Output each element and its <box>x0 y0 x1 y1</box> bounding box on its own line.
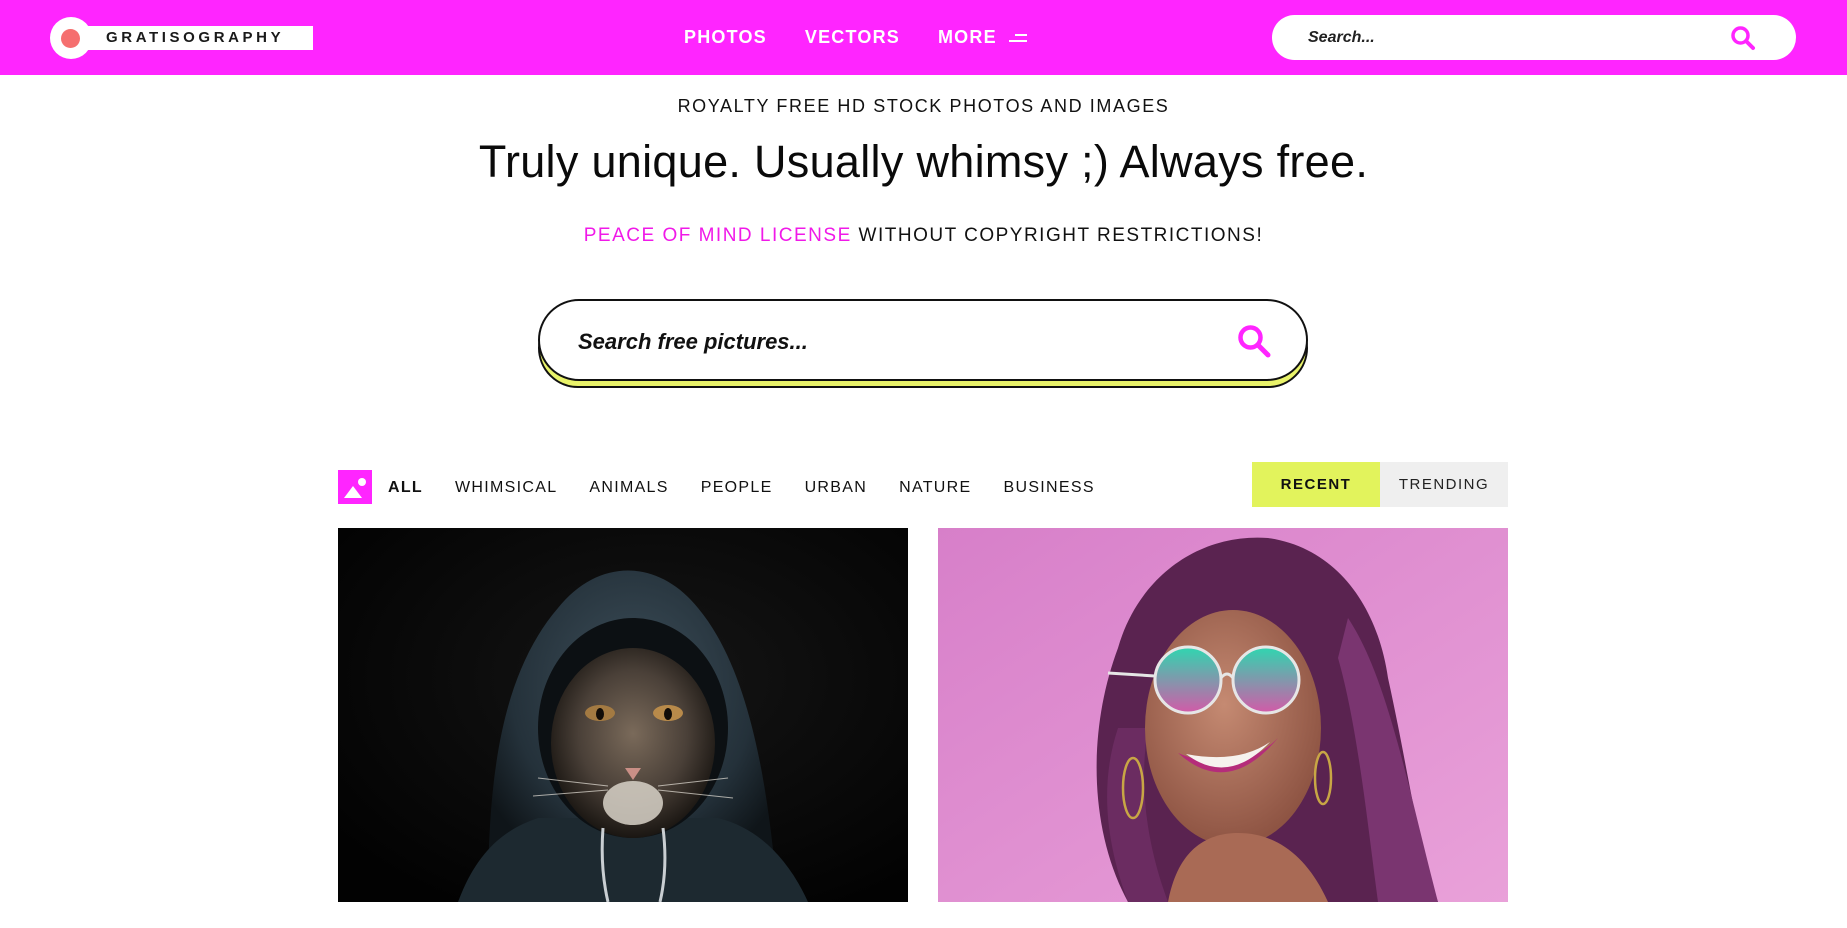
header-search <box>1272 15 1796 60</box>
category-animals[interactable]: ANIMALS <box>589 479 668 497</box>
nav-more[interactable]: MORE <box>938 27 1027 48</box>
main-nav: PHOTOS VECTORS MORE <box>684 27 1027 48</box>
category-whimsical[interactable]: WHIMSICAL <box>455 479 557 497</box>
category-urban[interactable]: URBAN <box>805 479 868 497</box>
license-text: WITHOUT COPYRIGHT RESTRICTIONS! <box>851 225 1264 246</box>
category-people[interactable]: PEOPLE <box>701 479 773 497</box>
category-nature[interactable]: NATURE <box>899 479 971 497</box>
search-icon[interactable] <box>1236 323 1272 359</box>
nav-vectors[interactable]: VECTORS <box>805 27 900 48</box>
page-headline: Truly unique. Usually whimsy ;) Always f… <box>478 136 1369 187</box>
tagline: ROYALTY FREE HD STOCK PHOTOS AND IMAGES <box>677 96 1170 116</box>
search-icon[interactable] <box>1730 25 1756 51</box>
sort-toggle: RECENT TRENDING <box>1252 462 1508 507</box>
sort-recent-button[interactable]: RECENT <box>1252 462 1380 507</box>
site-logo[interactable]: GRATISOGRAPHY <box>50 17 313 59</box>
menu-icon <box>1008 32 1027 44</box>
photo-card[interactable] <box>338 528 908 902</box>
license-link[interactable]: PEACE OF MIND LICENSE <box>584 225 852 246</box>
nav-photos[interactable]: PHOTOS <box>684 27 767 48</box>
header-search-input[interactable] <box>1308 25 1688 50</box>
logo-text: GRATISOGRAPHY <box>106 29 285 46</box>
category-bar: ALL WHIMSICAL ANIMALS PEOPLE URBAN NATUR… <box>338 462 1508 507</box>
category-all[interactable]: ALL <box>388 479 423 497</box>
hero-search-input[interactable] <box>578 327 1178 357</box>
license-line: PEACE OF MIND LICENSE WITHOUT COPYRIGHT … <box>0 225 1847 247</box>
site-header: GRATISOGRAPHY PHOTOS VECTORS MORE <box>0 0 1847 75</box>
category-business[interactable]: BUSINESS <box>1004 479 1095 497</box>
logo-mark <box>50 17 92 59</box>
woman-sunglasses-image <box>938 528 1508 902</box>
category-list: ALL WHIMSICAL ANIMALS PEOPLE URBAN NATUR… <box>388 479 1127 497</box>
sort-trending-button[interactable]: TRENDING <box>1380 462 1508 507</box>
nav-more-label: MORE <box>937 27 997 47</box>
image-icon <box>338 470 372 504</box>
photo-card[interactable] <box>938 528 1508 902</box>
cat-hoodie-image <box>338 528 908 902</box>
hero-search <box>538 299 1308 381</box>
